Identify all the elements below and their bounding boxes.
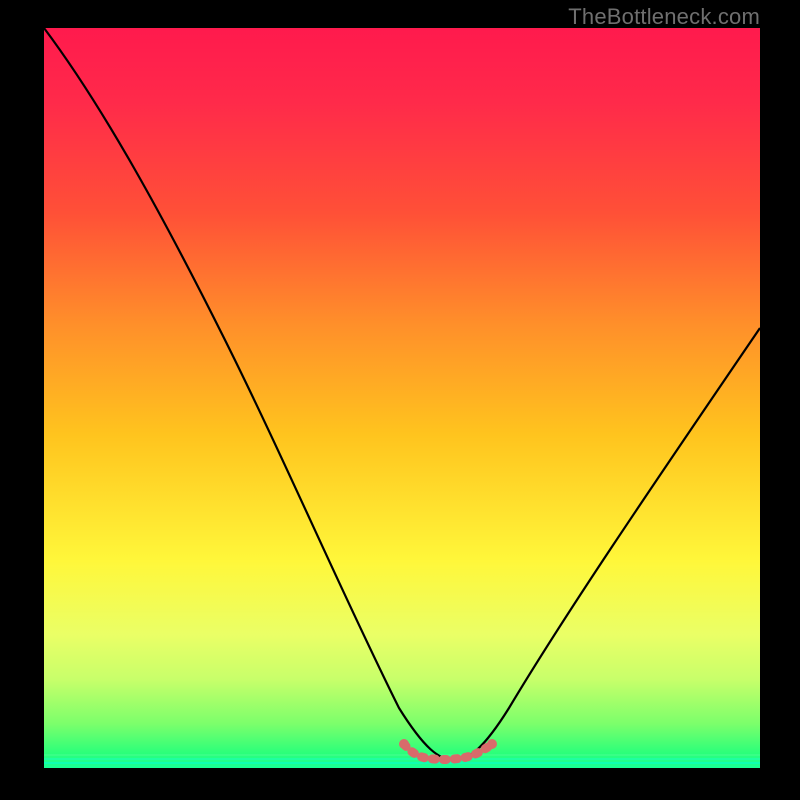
chart-frame: TheBottleneck.com [0,0,800,800]
valley-marker-end [399,739,409,749]
bottleneck-curve [44,28,760,760]
bottleneck-curve-svg [44,28,760,768]
plot-area [44,28,760,768]
valley-marker-end [487,739,497,749]
valley-marker [404,744,492,760]
watermark-text: TheBottleneck.com [568,4,760,30]
